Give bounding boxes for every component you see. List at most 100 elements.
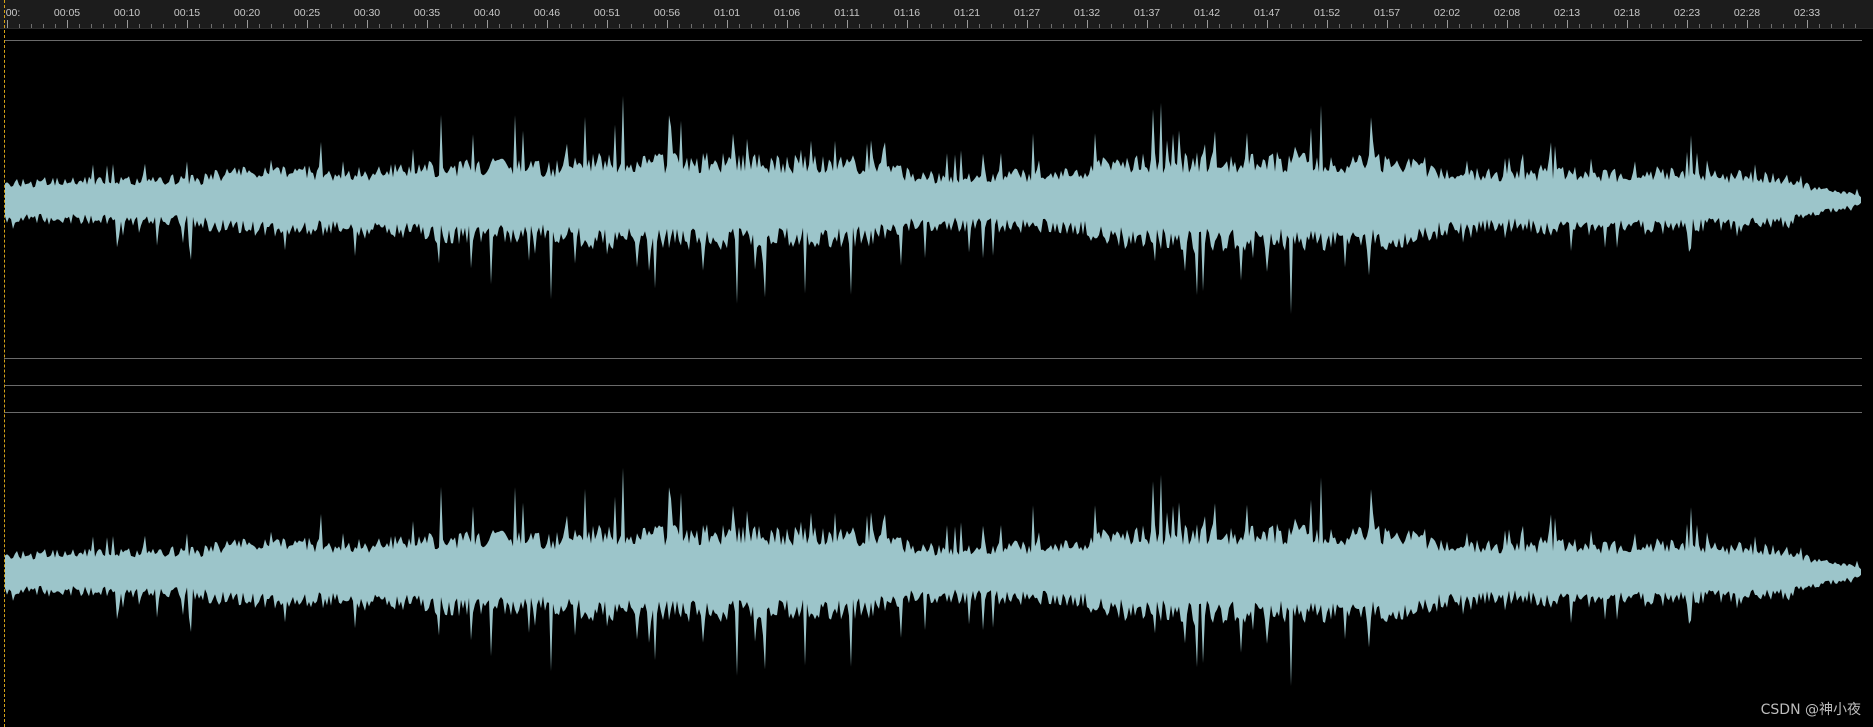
ruler-minor-tick	[1063, 24, 1064, 28]
ruler-time-label: 00:40	[473, 7, 501, 19]
ruler-minor-tick	[931, 24, 932, 28]
ruler-minor-tick	[511, 24, 512, 28]
ruler-minor-tick	[1711, 24, 1712, 28]
ruler-minor-tick	[1291, 24, 1292, 28]
ruler-time-label: 01:01	[713, 7, 741, 19]
ruler-minor-tick	[31, 24, 32, 28]
ruler-time-label: 02:33	[1793, 7, 1821, 19]
ruler-minor-tick	[559, 24, 560, 28]
ruler-time-label: 00:	[5, 7, 21, 19]
ruler-major-tick	[7, 20, 8, 28]
ruler-minor-tick	[739, 24, 740, 28]
ruler-time-label: 01:42	[1193, 7, 1221, 19]
ruler-minor-tick	[1375, 24, 1376, 28]
ruler-time-label: 00:46	[533, 7, 561, 19]
playhead-cursor[interactable]	[4, 0, 5, 727]
waveform-channel-right[interactable]	[5, 413, 1862, 727]
ruler-minor-tick	[1399, 24, 1400, 28]
ruler-minor-tick	[691, 24, 692, 28]
ruler-major-tick	[1627, 20, 1628, 28]
waveform-right	[5, 467, 1861, 687]
ruler-time-label: 01:16	[893, 7, 921, 19]
ruler-time-label: 00:10	[113, 7, 141, 19]
ruler-major-tick	[847, 20, 848, 28]
ruler-major-tick	[307, 20, 308, 28]
ruler-minor-tick	[1255, 24, 1256, 28]
ruler-major-tick	[1387, 20, 1388, 28]
waveform-channel-left[interactable]	[5, 41, 1862, 358]
ruler-minor-tick	[1843, 24, 1844, 28]
ruler-minor-tick	[1159, 24, 1160, 28]
ruler-minor-tick	[415, 24, 416, 28]
ruler-minor-tick	[79, 24, 80, 28]
ruler-minor-tick	[463, 24, 464, 28]
ruler-minor-tick	[1135, 24, 1136, 28]
ruler-minor-tick	[619, 24, 620, 28]
ruler-minor-tick	[943, 24, 944, 28]
ruler-minor-tick	[283, 24, 284, 28]
ruler-minor-tick	[1723, 24, 1724, 28]
ruler-minor-tick	[823, 24, 824, 28]
ruler-minor-tick	[1675, 24, 1676, 28]
ruler-minor-tick	[1303, 24, 1304, 28]
ruler-major-tick	[127, 20, 128, 28]
ruler-time-label: 00:35	[413, 7, 441, 19]
ruler-minor-tick	[1231, 24, 1232, 28]
ruler-minor-tick	[391, 24, 392, 28]
ruler-major-tick	[1747, 20, 1748, 28]
ruler-minor-tick	[1111, 24, 1112, 28]
ruler-minor-tick	[835, 24, 836, 28]
ruler-minor-tick	[811, 24, 812, 28]
ruler-minor-tick	[895, 24, 896, 28]
ruler-minor-tick	[319, 24, 320, 28]
ruler-minor-tick	[631, 24, 632, 28]
ruler-minor-tick	[451, 24, 452, 28]
ruler-minor-tick	[1435, 24, 1436, 28]
ruler-minor-tick	[1699, 24, 1700, 28]
ruler-minor-tick	[139, 24, 140, 28]
ruler-minor-tick	[1735, 24, 1736, 28]
ruler-major-tick	[1687, 20, 1688, 28]
ruler-major-tick	[667, 20, 668, 28]
timeline-ruler[interactable]: 00: 00:05 00:10 00:15 00:20 00:25 00:30 00:35 00…	[0, 0, 1873, 29]
ruler-time-label: 01:47	[1253, 7, 1281, 19]
ruler-minor-tick	[775, 24, 776, 28]
ruler-minor-tick	[571, 24, 572, 28]
ruler-minor-tick	[1591, 24, 1592, 28]
ruler-minor-tick	[919, 24, 920, 28]
audio-editor[interactable]: 00: 00:05 00:10 00:15 00:20 00:25 00:30 00:35 00…	[0, 0, 1873, 727]
ruler-minor-tick	[703, 24, 704, 28]
ruler-minor-tick	[1423, 24, 1424, 28]
ruler-major-tick	[247, 20, 248, 28]
ruler-minor-tick	[439, 24, 440, 28]
ruler-minor-tick	[799, 24, 800, 28]
ruler-minor-tick	[1411, 24, 1412, 28]
waveform-shape	[5, 467, 1861, 687]
ruler-major-tick	[727, 20, 728, 28]
ruler-minor-tick	[859, 24, 860, 28]
ruler-minor-tick	[991, 24, 992, 28]
ruler-major-tick	[1807, 20, 1808, 28]
ruler-major-tick	[1267, 20, 1268, 28]
ruler-minor-tick	[1219, 24, 1220, 28]
ruler-minor-tick	[1279, 24, 1280, 28]
ruler-major-tick	[607, 20, 608, 28]
ruler-minor-tick	[43, 24, 44, 28]
ruler-time-label: 02:18	[1613, 7, 1641, 19]
ruler-minor-tick	[1243, 24, 1244, 28]
ruler-time-label: 00:51	[593, 7, 621, 19]
ruler-minor-tick	[1339, 24, 1340, 28]
ruler-minor-tick	[955, 24, 956, 28]
ruler-minor-tick	[355, 24, 356, 28]
ruler-minor-tick	[583, 24, 584, 28]
ruler-minor-tick	[1783, 24, 1784, 28]
ruler-minor-tick	[871, 24, 872, 28]
ruler-major-tick	[187, 20, 188, 28]
ruler-minor-tick	[1795, 24, 1796, 28]
ruler-minor-tick	[295, 24, 296, 28]
ruler-minor-tick	[1831, 24, 1832, 28]
ruler-minor-tick	[763, 24, 764, 28]
ruler-time-label: 01:06	[773, 7, 801, 19]
ruler-major-tick	[1567, 20, 1568, 28]
ruler-minor-tick	[1183, 24, 1184, 28]
